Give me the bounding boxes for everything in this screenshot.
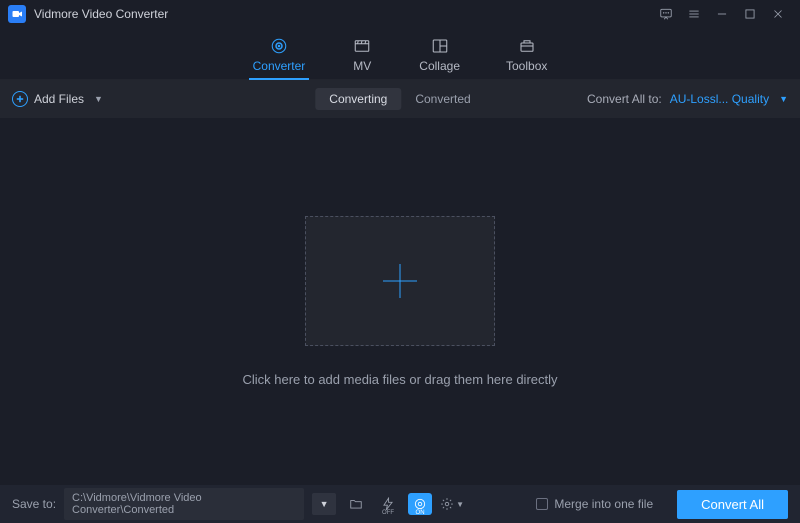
chevron-down-icon: ▼ xyxy=(94,94,103,104)
merge-checkbox[interactable]: Merge into one file xyxy=(536,497,653,511)
menu-icon[interactable] xyxy=(680,0,708,28)
high-speed-on-button[interactable]: ON xyxy=(408,493,432,515)
segment-converting[interactable]: Converting xyxy=(315,88,401,110)
status-segment: Converting Converted xyxy=(315,88,484,110)
minimize-icon[interactable] xyxy=(708,0,736,28)
tab-label: Toolbox xyxy=(506,59,547,73)
tab-converter[interactable]: Converter xyxy=(253,37,306,79)
tab-label: Converter xyxy=(253,59,306,73)
drop-hint: Click here to add media files or drag th… xyxy=(242,372,557,387)
settings-button[interactable]: ▼ xyxy=(440,493,464,515)
plus-icon xyxy=(375,256,425,306)
save-to-label: Save to: xyxy=(12,497,56,511)
output-path-value: C:\Vidmore\Vidmore Video Converter\Conve… xyxy=(72,492,296,516)
hardware-accel-off-button[interactable]: OFF xyxy=(376,493,400,515)
app-title: Vidmore Video Converter xyxy=(34,7,168,21)
chevron-down-icon: ▼ xyxy=(779,94,788,104)
on-label: ON xyxy=(416,510,425,516)
main-area: Click here to add media files or drag th… xyxy=(0,118,800,485)
plus-circle-icon xyxy=(12,91,28,107)
output-path-field[interactable]: C:\Vidmore\Vidmore Video Converter\Conve… xyxy=(64,488,304,520)
main-tabs: Converter MV Collage Toolbox xyxy=(0,28,800,80)
convert-all-button[interactable]: Convert All xyxy=(677,490,788,519)
maximize-icon[interactable] xyxy=(736,0,764,28)
feedback-icon[interactable] xyxy=(652,0,680,28)
tab-toolbox[interactable]: Toolbox xyxy=(506,37,547,79)
format-value: AU-Lossl... Quality xyxy=(670,92,769,106)
off-label: OFF xyxy=(382,510,394,516)
add-files-label: Add Files xyxy=(34,92,84,106)
app-logo xyxy=(8,5,26,23)
merge-label: Merge into one file xyxy=(554,497,653,511)
convert-all-label: Convert All to: xyxy=(587,92,662,106)
close-icon[interactable] xyxy=(764,0,792,28)
open-folder-button[interactable] xyxy=(344,493,368,515)
path-dropdown[interactable]: ▼ xyxy=(312,493,336,515)
chevron-down-icon: ▼ xyxy=(456,500,464,509)
tab-collage[interactable]: Collage xyxy=(419,37,460,79)
output-format-select[interactable]: AU-Lossl... Quality ▼ xyxy=(670,92,788,106)
drop-zone[interactable] xyxy=(305,216,495,346)
tab-label: Collage xyxy=(419,59,460,73)
tab-mv[interactable]: MV xyxy=(351,37,373,79)
checkbox-icon xyxy=(536,498,548,510)
tab-label: MV xyxy=(353,59,371,73)
segment-converted[interactable]: Converted xyxy=(401,88,484,110)
add-files-button[interactable]: Add Files ▼ xyxy=(12,91,103,107)
